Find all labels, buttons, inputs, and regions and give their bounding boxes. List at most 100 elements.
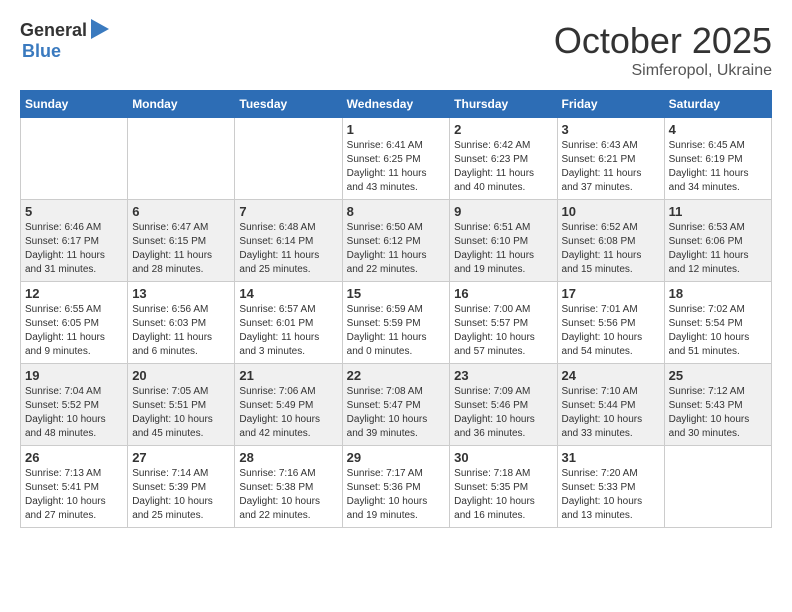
calendar-cell: 1 Sunrise: 6:41 AM Sunset: 6:25 PM Daylig… bbox=[342, 118, 450, 200]
calendar-cell: 10Sunrise: 6:52 AM Sunset: 6:08 PM Dayli… bbox=[557, 200, 664, 282]
day-number: 31 bbox=[562, 450, 660, 465]
day-number: 5 bbox=[25, 204, 123, 219]
page-header: General Blue October 2025 Simferopol, Uk… bbox=[20, 20, 772, 80]
calendar-cell: 12 Sunrise: 6:55 AM Sunset: 6:05 PM Dayli… bbox=[21, 282, 128, 364]
calendar-cell: 2 Sunrise: 6:42 AM Sunset: 6:23 PM Daylig… bbox=[450, 118, 557, 200]
day-number: 4 bbox=[669, 122, 767, 137]
day-number: 1 bbox=[347, 122, 446, 137]
day-info: Sunrise: 6:57 AM Sunset: 6:01 PM Dayligh… bbox=[239, 303, 337, 359]
day-info: Sunrise: 7:08 AM Sunset: 5:47 PM Dayligh… bbox=[347, 385, 446, 441]
calendar-week-row-3: 12 Sunrise: 6:55 AM Sunset: 6:05 PM Dayli… bbox=[21, 282, 772, 364]
day-info: Sunrise: 6:59 AM Sunset: 5:59 PM Dayligh… bbox=[347, 303, 446, 359]
day-info: Sunrise: 7:00 AM Sunset: 5:57 PM Dayligh… bbox=[454, 303, 552, 359]
weekday-header-row: SundayMondayTuesdayWednesdayThursdayFrid… bbox=[21, 91, 772, 118]
day-info: Sunrise: 7:16 AM Sunset: 5:38 PM Dayligh… bbox=[239, 467, 337, 523]
day-number: 21 bbox=[239, 368, 337, 383]
calendar-cell: 30 Sunrise: 7:18 AM Sunset: 5:35 PM Dayli… bbox=[450, 446, 557, 528]
calendar-week-row-1: 1 Sunrise: 6:41 AM Sunset: 6:25 PM Daylig… bbox=[21, 118, 772, 200]
calendar-cell: 25Sunrise: 7:12 AM Sunset: 5:43 PM Dayli… bbox=[664, 364, 771, 446]
day-number: 2 bbox=[454, 122, 552, 137]
calendar-cell: 15 Sunrise: 6:59 AM Sunset: 5:59 PM Dayli… bbox=[342, 282, 450, 364]
day-info: Sunrise: 7:20 AM Sunset: 5:33 PM Dayligh… bbox=[562, 467, 660, 523]
calendar-cell: 29 Sunrise: 7:17 AM Sunset: 5:36 PM Dayli… bbox=[342, 446, 450, 528]
weekday-header-wednesday: Wednesday bbox=[342, 91, 450, 118]
day-number: 3 bbox=[562, 122, 660, 137]
calendar-cell: 4 Sunrise: 6:45 AM Sunset: 6:19 PM Daylig… bbox=[664, 118, 771, 200]
day-number: 10 bbox=[562, 204, 660, 219]
day-number: 9 bbox=[454, 204, 552, 219]
day-info: Sunrise: 6:43 AM Sunset: 6:21 PM Dayligh… bbox=[562, 139, 660, 195]
weekday-header-monday: Monday bbox=[128, 91, 235, 118]
day-number: 29 bbox=[347, 450, 446, 465]
calendar-week-row-2: 5Sunrise: 6:46 AM Sunset: 6:17 PM Daylig… bbox=[21, 200, 772, 282]
calendar-cell: 19Sunrise: 7:04 AM Sunset: 5:52 PM Dayli… bbox=[21, 364, 128, 446]
calendar-cell: 21 Sunrise: 7:06 AM Sunset: 5:49 PM Dayli… bbox=[235, 364, 342, 446]
calendar-cell: 14 Sunrise: 6:57 AM Sunset: 6:01 PM Dayli… bbox=[235, 282, 342, 364]
calendar-cell: 31 Sunrise: 7:20 AM Sunset: 5:33 PM Dayli… bbox=[557, 446, 664, 528]
calendar-cell bbox=[235, 118, 342, 200]
day-info: Sunrise: 7:06 AM Sunset: 5:49 PM Dayligh… bbox=[239, 385, 337, 441]
day-number: 14 bbox=[239, 286, 337, 301]
calendar-cell: 8 Sunrise: 6:50 AM Sunset: 6:12 PM Daylig… bbox=[342, 200, 450, 282]
title-block: October 2025 Simferopol, Ukraine bbox=[554, 20, 772, 80]
day-number: 12 bbox=[25, 286, 123, 301]
day-number: 20 bbox=[132, 368, 230, 383]
day-info: Sunrise: 6:53 AM Sunset: 6:06 PM Dayligh… bbox=[669, 221, 767, 277]
calendar-cell: 22 Sunrise: 7:08 AM Sunset: 5:47 PM Dayli… bbox=[342, 364, 450, 446]
calendar-week-row-4: 19Sunrise: 7:04 AM Sunset: 5:52 PM Dayli… bbox=[21, 364, 772, 446]
logo-general-text: General bbox=[20, 20, 87, 41]
day-number: 15 bbox=[347, 286, 446, 301]
day-info: Sunrise: 7:12 AM Sunset: 5:43 PM Dayligh… bbox=[669, 385, 767, 441]
calendar-cell: 26Sunrise: 7:13 AM Sunset: 5:41 PM Dayli… bbox=[21, 446, 128, 528]
calendar-cell: 17 Sunrise: 7:01 AM Sunset: 5:56 PM Dayli… bbox=[557, 282, 664, 364]
logo: General Blue bbox=[20, 20, 109, 62]
day-info: Sunrise: 7:18 AM Sunset: 5:35 PM Dayligh… bbox=[454, 467, 552, 523]
calendar-table: SundayMondayTuesdayWednesdayThursdayFrid… bbox=[20, 90, 772, 528]
day-info: Sunrise: 6:41 AM Sunset: 6:25 PM Dayligh… bbox=[347, 139, 446, 195]
day-info: Sunrise: 7:17 AM Sunset: 5:36 PM Dayligh… bbox=[347, 467, 446, 523]
location-text: Simferopol, Ukraine bbox=[554, 62, 772, 80]
day-number: 22 bbox=[347, 368, 446, 383]
weekday-header-saturday: Saturday bbox=[664, 91, 771, 118]
day-info: Sunrise: 6:56 AM Sunset: 6:03 PM Dayligh… bbox=[132, 303, 230, 359]
day-number: 30 bbox=[454, 450, 552, 465]
calendar-cell: 28Sunrise: 7:16 AM Sunset: 5:38 PM Dayli… bbox=[235, 446, 342, 528]
month-title: October 2025 bbox=[554, 20, 772, 62]
day-info: Sunrise: 7:01 AM Sunset: 5:56 PM Dayligh… bbox=[562, 303, 660, 359]
calendar-cell bbox=[128, 118, 235, 200]
day-number: 6 bbox=[132, 204, 230, 219]
day-number: 7 bbox=[239, 204, 337, 219]
calendar-cell bbox=[664, 446, 771, 528]
calendar-cell: 24Sunrise: 7:10 AM Sunset: 5:44 PM Dayli… bbox=[557, 364, 664, 446]
calendar-cell: 5Sunrise: 6:46 AM Sunset: 6:17 PM Daylig… bbox=[21, 200, 128, 282]
day-info: Sunrise: 6:42 AM Sunset: 6:23 PM Dayligh… bbox=[454, 139, 552, 195]
day-info: Sunrise: 7:09 AM Sunset: 5:46 PM Dayligh… bbox=[454, 385, 552, 441]
calendar-cell: 11 Sunrise: 6:53 AM Sunset: 6:06 PM Dayli… bbox=[664, 200, 771, 282]
day-info: Sunrise: 7:05 AM Sunset: 5:51 PM Dayligh… bbox=[132, 385, 230, 441]
weekday-header-thursday: Thursday bbox=[450, 91, 557, 118]
calendar-cell: 27Sunrise: 7:14 AM Sunset: 5:39 PM Dayli… bbox=[128, 446, 235, 528]
day-info: Sunrise: 7:02 AM Sunset: 5:54 PM Dayligh… bbox=[669, 303, 767, 359]
weekday-header-sunday: Sunday bbox=[21, 91, 128, 118]
weekday-header-friday: Friday bbox=[557, 91, 664, 118]
day-number: 26 bbox=[25, 450, 123, 465]
day-number: 8 bbox=[347, 204, 446, 219]
calendar-cell: 7Sunrise: 6:48 AM Sunset: 6:14 PM Daylig… bbox=[235, 200, 342, 282]
day-number: 16 bbox=[454, 286, 552, 301]
day-info: Sunrise: 6:50 AM Sunset: 6:12 PM Dayligh… bbox=[347, 221, 446, 277]
day-number: 17 bbox=[562, 286, 660, 301]
day-number: 18 bbox=[669, 286, 767, 301]
day-info: Sunrise: 6:55 AM Sunset: 6:05 PM Dayligh… bbox=[25, 303, 123, 359]
calendar-cell bbox=[21, 118, 128, 200]
day-number: 11 bbox=[669, 204, 767, 219]
calendar-cell: 16 Sunrise: 7:00 AM Sunset: 5:57 PM Dayli… bbox=[450, 282, 557, 364]
day-info: Sunrise: 6:47 AM Sunset: 6:15 PM Dayligh… bbox=[132, 221, 230, 277]
day-number: 24 bbox=[562, 368, 660, 383]
calendar-cell: 6 Sunrise: 6:47 AM Sunset: 6:15 PM Daylig… bbox=[128, 200, 235, 282]
day-info: Sunrise: 7:14 AM Sunset: 5:39 PM Dayligh… bbox=[132, 467, 230, 523]
day-info: Sunrise: 6:45 AM Sunset: 6:19 PM Dayligh… bbox=[669, 139, 767, 195]
day-number: 19 bbox=[25, 368, 123, 383]
logo-arrow-icon bbox=[91, 19, 109, 39]
day-info: Sunrise: 6:51 AM Sunset: 6:10 PM Dayligh… bbox=[454, 221, 552, 277]
calendar-cell: 23Sunrise: 7:09 AM Sunset: 5:46 PM Dayli… bbox=[450, 364, 557, 446]
